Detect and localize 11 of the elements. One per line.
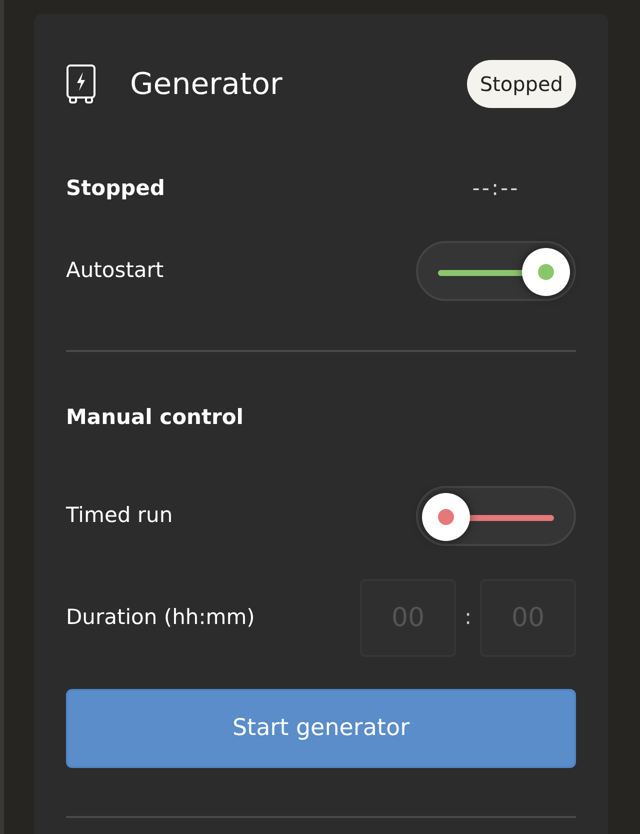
autostart-label: Autostart: [66, 257, 164, 284]
card-title: Generator: [130, 66, 282, 104]
start-generator-button[interactable]: Start generator: [66, 689, 576, 768]
duration-label: Duration (hh:mm): [66, 604, 255, 632]
timed-run-label: Timed run: [66, 502, 173, 530]
time-separator: :: [463, 604, 473, 632]
status-label: Stopped: [66, 175, 165, 202]
generator-icon: [66, 64, 96, 104]
run-time: --:--: [471, 175, 521, 202]
section-heading: Manual control: [66, 404, 244, 432]
status-badge: Stopped: [466, 60, 576, 108]
